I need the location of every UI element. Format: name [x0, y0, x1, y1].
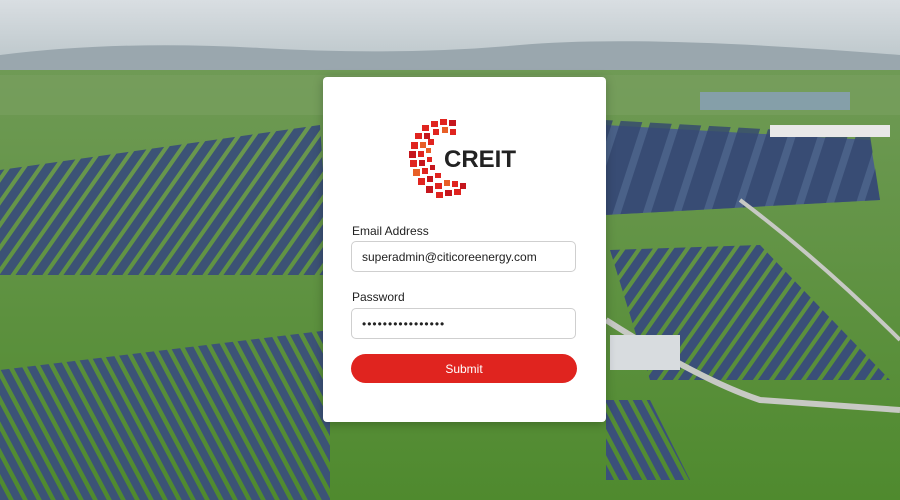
email-field[interactable]: [351, 241, 576, 272]
creit-logo-icon: CREIT: [409, 119, 516, 198]
password-label: Password: [352, 290, 405, 304]
login-card: CREIT Email Address Password Submit: [323, 77, 606, 422]
submit-button[interactable]: Submit: [351, 354, 577, 383]
password-field[interactable]: [351, 308, 576, 339]
email-label: Email Address: [352, 224, 429, 238]
brand-name: CREIT: [444, 146, 516, 173]
